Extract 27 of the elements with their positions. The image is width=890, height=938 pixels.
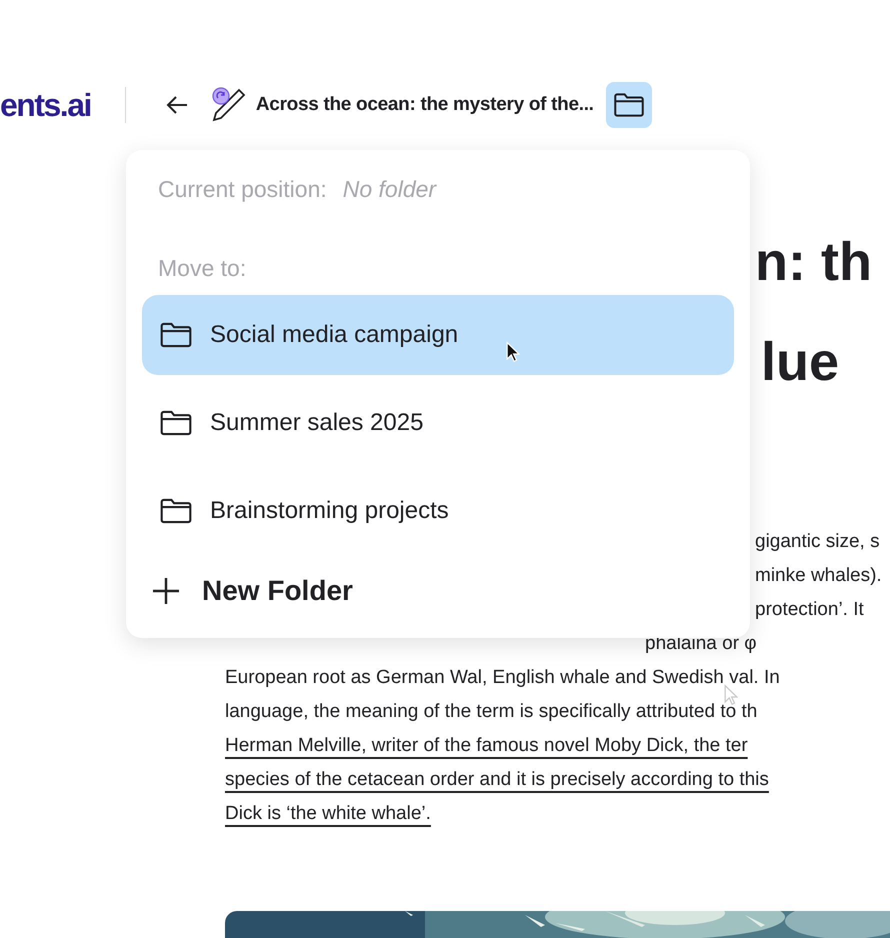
document-title: Across the ocean: the mystery of the... xyxy=(256,92,594,117)
cursor-icon xyxy=(724,684,738,706)
article-text: language, the meaning of the term is specifically attributed to th xyxy=(225,700,758,724)
plus-icon xyxy=(152,577,180,605)
article-text: minke whales). xyxy=(755,564,882,588)
folder-icon xyxy=(160,498,192,524)
back-arrow-icon xyxy=(166,95,188,115)
folder-icon xyxy=(614,92,644,118)
cursor-icon xyxy=(506,341,520,363)
current-position-value: No folder xyxy=(342,175,436,204)
new-folder-button[interactable]: New Folder xyxy=(142,555,353,627)
move-to-label: Move to: xyxy=(157,254,246,282)
article-heading: lue xyxy=(761,331,840,394)
article-link[interactable]: Dick is ‘the white whale’. xyxy=(225,797,431,831)
folder-item[interactable]: Social media campaign xyxy=(142,295,734,375)
article-text: gigantic size, s xyxy=(755,530,880,554)
article-link[interactable]: species of the cetacean order and it is precisely according to this xyxy=(225,763,769,797)
logo[interactable]: ents.ai xyxy=(0,81,91,129)
article-text: European root as German Wal, English whale and Swedish val. In xyxy=(225,666,780,690)
article-link[interactable]: Herman Melville, writer of the famous novel Moby Dick, the ter xyxy=(225,729,748,763)
article-text: phálaina or φ xyxy=(645,632,757,656)
folder-button[interactable] xyxy=(606,82,652,128)
article-heading: n: th xyxy=(755,231,873,294)
folder-icon xyxy=(160,410,192,436)
folder-icon xyxy=(160,322,192,348)
current-position-label: Current position: xyxy=(158,175,327,204)
article-text: protection’. It xyxy=(755,598,864,622)
